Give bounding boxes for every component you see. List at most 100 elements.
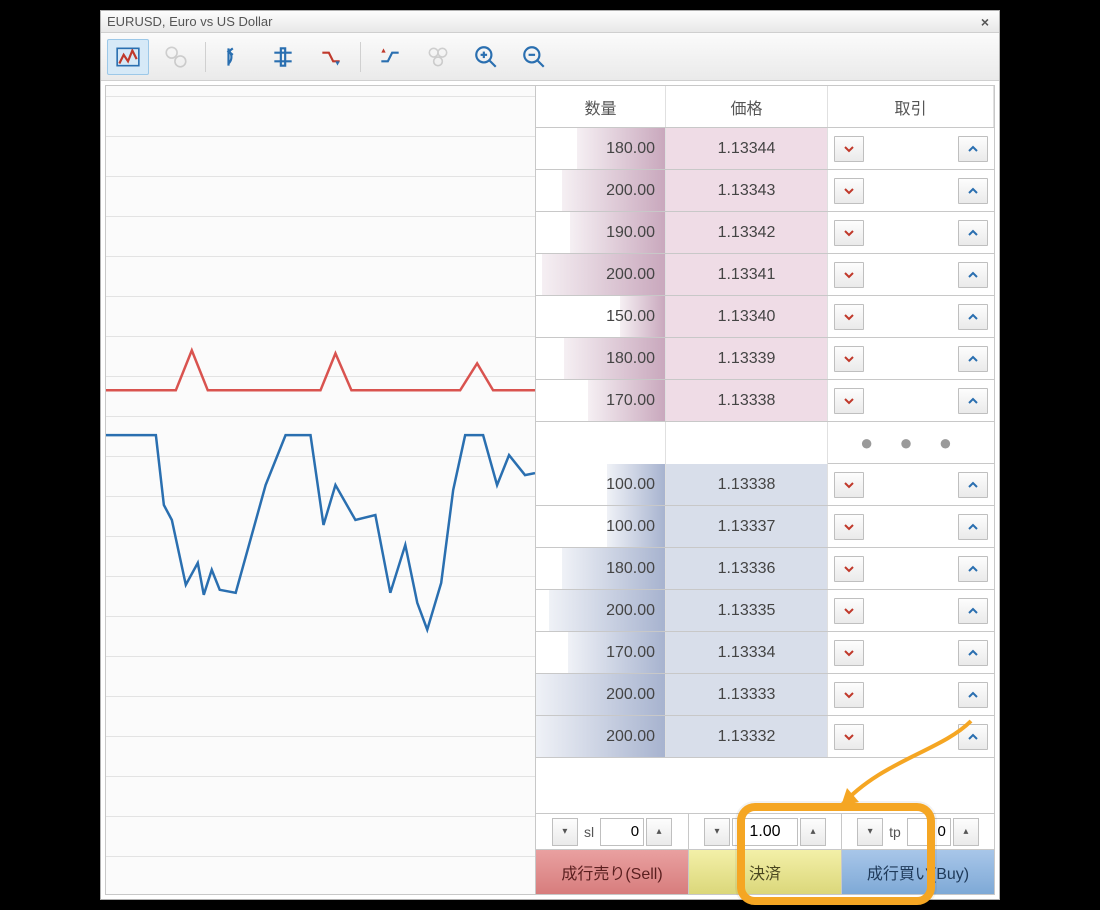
- buy-at-price[interactable]: [958, 304, 988, 330]
- price-cell: 1.13342: [666, 212, 828, 253]
- price-cell: 1.13339: [666, 338, 828, 379]
- tp-dec[interactable]: ▾: [857, 818, 883, 846]
- buy-at-price[interactable]: [958, 724, 988, 750]
- buy-at-price[interactable]: [958, 682, 988, 708]
- close-icon[interactable]: ×: [977, 14, 993, 30]
- sell-at-price[interactable]: [834, 598, 864, 624]
- step-down-icon[interactable]: [310, 39, 352, 75]
- qty-cell: 200.00: [536, 716, 666, 757]
- tp-inc[interactable]: ▴: [953, 818, 979, 846]
- qty-cell: 200.00: [536, 674, 666, 715]
- bid-row: 200.00 1.13335: [536, 590, 994, 632]
- price-cell: 1.13343: [666, 170, 828, 211]
- buttons-row: 成行売り(Sell) 決済 成行買い(Buy): [536, 850, 994, 894]
- sl-dec[interactable]: ▾: [552, 818, 578, 846]
- sl-label: sl: [580, 824, 598, 840]
- bid-row: 180.00 1.13336: [536, 548, 994, 590]
- content: 数量 価格 取引 180.00 1.13344 200.00 1.13343: [105, 85, 995, 895]
- time-icon[interactable]: [155, 39, 197, 75]
- price-cell: 1.13332: [666, 716, 828, 757]
- buy-at-price[interactable]: [958, 136, 988, 162]
- gap-dots: ● ● ●: [828, 422, 994, 464]
- sell-at-price[interactable]: [834, 178, 864, 204]
- sell-at-price[interactable]: [834, 556, 864, 582]
- window-title: EURUSD, Euro vs US Dollar: [107, 14, 977, 29]
- dom-header: 数量 価格 取引: [536, 86, 994, 128]
- buy-at-price[interactable]: [958, 472, 988, 498]
- sell-at-price[interactable]: [834, 136, 864, 162]
- sell-at-price[interactable]: [834, 262, 864, 288]
- qty-cell: 170.00: [536, 632, 666, 673]
- group-icon[interactable]: [262, 39, 304, 75]
- bid-row: 200.00 1.13333: [536, 674, 994, 716]
- sell-at-price[interactable]: [834, 220, 864, 246]
- bid-row: 100.00 1.13338: [536, 464, 994, 506]
- trade-cell: [828, 716, 994, 757]
- qty-cell: 150.00: [536, 296, 666, 337]
- buy-at-price[interactable]: [958, 556, 988, 582]
- sl-input[interactable]: [600, 818, 644, 846]
- bid-row: 100.00 1.13337: [536, 506, 994, 548]
- steppers: ▾ sl ▴ ▾ ▴ ▾ tp ▴: [536, 814, 994, 850]
- trade-cell: [828, 380, 994, 421]
- cycle-icon[interactable]: [214, 39, 256, 75]
- sell-button[interactable]: 成行売り(Sell): [536, 850, 689, 894]
- bid-row: 200.00 1.13332: [536, 716, 994, 758]
- sell-at-price[interactable]: [834, 346, 864, 372]
- sell-at-price[interactable]: [834, 724, 864, 750]
- qty-cell: 190.00: [536, 212, 666, 253]
- qty-dec[interactable]: ▾: [704, 818, 730, 846]
- zoom-out-icon[interactable]: [513, 39, 555, 75]
- step-up-icon[interactable]: [369, 39, 411, 75]
- sell-at-price[interactable]: [834, 682, 864, 708]
- sl-inc[interactable]: ▴: [646, 818, 672, 846]
- toolbar: [101, 33, 999, 81]
- trade-cell: [828, 338, 994, 379]
- buy-at-price[interactable]: [958, 388, 988, 414]
- chart-pane[interactable]: [106, 86, 536, 894]
- price-cell: 1.13344: [666, 128, 828, 169]
- buy-at-price[interactable]: [958, 640, 988, 666]
- trade-cell: [828, 212, 994, 253]
- candles-icon[interactable]: [107, 39, 149, 75]
- ask-row: 170.00 1.13338: [536, 380, 994, 422]
- buy-at-price[interactable]: [958, 220, 988, 246]
- qty-cell: 200.00: [536, 254, 666, 295]
- titlebar: EURUSD, Euro vs US Dollar ×: [101, 11, 999, 33]
- tp-input[interactable]: [907, 818, 951, 846]
- trade-cell: [828, 548, 994, 589]
- sell-at-price[interactable]: [834, 472, 864, 498]
- qty-inc[interactable]: ▴: [800, 818, 826, 846]
- price-cell: 1.13333: [666, 674, 828, 715]
- trading-window: EURUSD, Euro vs US Dollar ×: [100, 10, 1000, 900]
- qty-cell: 180.00: [536, 338, 666, 379]
- bid-rows: 100.00 1.13338 100.00 1.13337 180.00: [536, 464, 994, 758]
- levels-icon[interactable]: [417, 39, 459, 75]
- tp-label: tp: [885, 824, 905, 840]
- sell-at-price[interactable]: [834, 388, 864, 414]
- ask-row: 190.00 1.13342: [536, 212, 994, 254]
- sell-at-price[interactable]: [834, 514, 864, 540]
- price-cell: 1.13337: [666, 506, 828, 547]
- price-cell: 1.13340: [666, 296, 828, 337]
- buy-at-price[interactable]: [958, 262, 988, 288]
- buy-button[interactable]: 成行買い(Buy): [842, 850, 994, 894]
- sell-at-price[interactable]: [834, 304, 864, 330]
- buy-at-price[interactable]: [958, 514, 988, 540]
- buy-at-price[interactable]: [958, 346, 988, 372]
- qty-cell: 180.00: [536, 128, 666, 169]
- separator: [205, 42, 206, 72]
- qty-input[interactable]: [732, 818, 798, 846]
- buy-at-price[interactable]: [958, 178, 988, 204]
- zoom-in-icon[interactable]: [465, 39, 507, 75]
- buy-at-price[interactable]: [958, 598, 988, 624]
- trade-cell: [828, 296, 994, 337]
- dom-spacer: [536, 758, 994, 814]
- trade-cell: [828, 590, 994, 631]
- sell-at-price[interactable]: [834, 640, 864, 666]
- bid-row: 170.00 1.13334: [536, 632, 994, 674]
- qty-cell: 170.00: [536, 380, 666, 421]
- price-cell: 1.13341: [666, 254, 828, 295]
- order-bar: ▾ sl ▴ ▾ ▴ ▾ tp ▴: [536, 814, 994, 894]
- close-button[interactable]: 決済: [689, 850, 842, 894]
